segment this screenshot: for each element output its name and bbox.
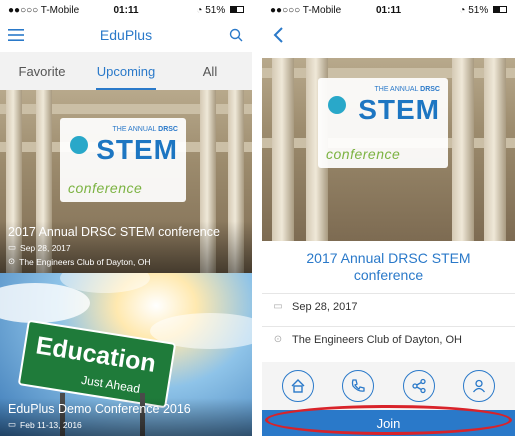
- nav-bar: [262, 20, 515, 50]
- nav-bar: EduPlus: [0, 20, 252, 50]
- event-date: Sep 28, 2017: [20, 242, 71, 253]
- event-title: EduPlus Demo Conference 2016: [8, 402, 191, 416]
- event-detail-title: 2017 Annual DRSC STEM conference: [306, 250, 471, 283]
- battery-percent: 51%: [468, 4, 489, 16]
- calendar-icon: ▭: [8, 419, 17, 429]
- clock: 01:11: [375, 4, 402, 16]
- event-date-row: ▭ Sep 28, 2017: [262, 293, 515, 319]
- event-location: The Engineers Club of Dayton, OH: [292, 333, 462, 346]
- event-detail-screen: ●●○○○ T-Mobile 01:11 ◔ 51% THE ANNUAL DR…: [262, 0, 515, 436]
- battery-percent: 51%: [205, 4, 226, 16]
- event-date-row: ▭ Sep 28, 2017: [8, 242, 244, 253]
- event-location-row: ⊙ The Engineers Club of Dayton, OH: [8, 256, 244, 267]
- calendar-icon: ▭: [273, 301, 283, 312]
- status-right: ◔ 51%: [428, 5, 507, 16]
- action-bar: [262, 362, 515, 410]
- card-caption: EduPlus Demo Conference 2016 ▭ Feb 11-13…: [0, 398, 252, 436]
- user-icon[interactable]: [462, 370, 495, 402]
- event-location: The Engineers Club of Dayton, OH: [19, 256, 151, 267]
- calendar-icon: ▭: [8, 242, 17, 252]
- location-pin-icon: ⊙: [8, 256, 16, 266]
- carrier-label: ●●○○○ T-Mobile: [270, 4, 342, 16]
- home-icon[interactable]: [282, 370, 315, 402]
- tab-favorite[interactable]: Favorite: [0, 52, 84, 90]
- tab-bar: Favorite Upcoming All: [0, 52, 252, 90]
- card-caption: 2017 Annual DRSC STEM conference ▭ Sep 2…: [0, 221, 252, 273]
- location-pin-icon: ⊙: [273, 334, 283, 345]
- status-bar: ●●○○○ T-Mobile 01:11 ◔ 51%: [0, 0, 252, 20]
- status-right: ◔ 51%: [165, 4, 245, 16]
- phone-icon[interactable]: [342, 370, 375, 402]
- app-title: EduPlus: [99, 27, 153, 43]
- event-hero-image: THE ANNUAL DRSC STEM conference: [262, 58, 515, 241]
- search-icon[interactable]: [220, 20, 252, 50]
- stem-conference-logo: THE ANNUAL DRSC STEM conference: [318, 78, 448, 168]
- event-date-row: ▭ Feb 11-13, 2016: [8, 419, 244, 430]
- join-button[interactable]: Join: [262, 410, 515, 436]
- event-card[interactable]: THE ANNUAL DRSC STEM conference 2017 Ann…: [0, 90, 252, 273]
- alarm-icon: ◔: [196, 4, 203, 16]
- lightbulb-icon: [328, 96, 346, 114]
- event-list-screen: ●●○○○ T-Mobile 01:11 ◔ 51% EduPlus Favor…: [0, 0, 252, 436]
- battery-icon: [230, 6, 245, 14]
- event-title: 2017 Annual DRSC STEM conference: [8, 225, 220, 239]
- stem-conference-logo: THE ANNUAL DRSC STEM conference: [60, 118, 186, 202]
- hamburger-menu-icon[interactable]: [0, 20, 32, 50]
- tab-upcoming[interactable]: Upcoming: [84, 52, 168, 90]
- event-date: Feb 11-13, 2016: [20, 419, 82, 430]
- alarm-icon: ◔: [459, 4, 466, 16]
- event-location-row[interactable]: ⊙ The Engineers Club of Dayton, OH: [262, 326, 515, 352]
- share-icon[interactable]: [402, 370, 435, 402]
- event-card[interactable]: Education Just Ahead EduPlus Demo Confer…: [0, 273, 252, 436]
- tab-all[interactable]: All: [168, 52, 252, 90]
- clock: 01:11: [113, 4, 139, 16]
- lightbulb-icon: [70, 136, 88, 154]
- event-date: Sep 28, 2017: [292, 300, 358, 313]
- carrier-label: ●●○○○ T-Mobile: [8, 4, 80, 16]
- battery-icon: [493, 6, 507, 14]
- chevron-left-icon[interactable]: [262, 20, 294, 50]
- status-bar: ●●○○○ T-Mobile 01:11 ◔ 51%: [262, 0, 515, 20]
